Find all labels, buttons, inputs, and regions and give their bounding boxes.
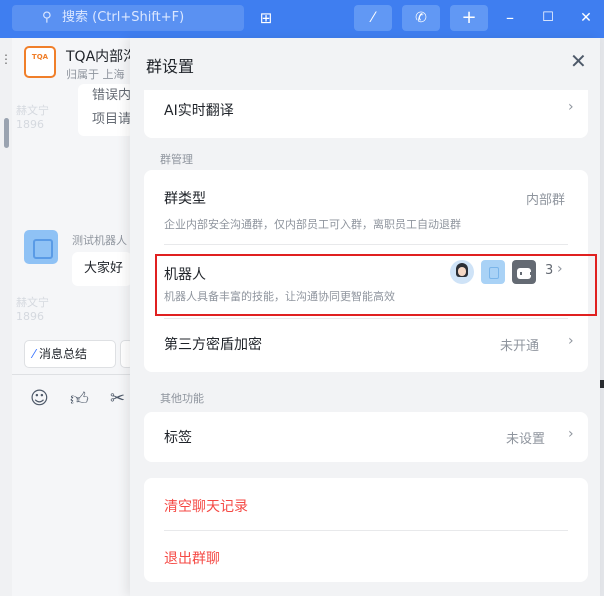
highlight-box [155,254,597,316]
grid-plus-icon[interactable]: ⊞ [256,5,276,31]
close-window-button[interactable]: ✕ [576,5,596,31]
magic-wand-icon[interactable]: ⁄ [354,5,392,31]
message-bubble: 错误内 项目请 [78,84,134,136]
scissors-icon[interactable]: ✂ [110,388,125,409]
bot-avatar[interactable] [24,230,58,264]
divider [164,530,568,531]
section-label-group-manage: 群管理 [160,153,193,166]
search-placeholder: 搜索 (Ctrl+Shift+F) [62,10,185,25]
divider [12,374,130,375]
search-icon: ⚲ [42,10,52,25]
scrollbar-thumb[interactable] [4,118,9,148]
plus-icon[interactable]: + [450,5,488,31]
panel-title: 群设置 [146,57,195,76]
third-party-label: 第三方密盾加密 [164,337,262,353]
watermark: 赫文宁 1896 [16,104,49,131]
right-edge [600,38,604,596]
divider [164,244,568,245]
close-icon[interactable]: ✕ [570,50,587,72]
third-party-value: 未开通 [500,339,540,354]
tag-row[interactable]: 标签 未设置 › [144,412,588,462]
section-label-other: 其他功能 [160,392,204,405]
group-type-desc: 企业内部安全沟通群，仅内部员工可入群，离职员工自动退群 [164,218,461,231]
clear-history-button[interactable]: 清空聊天记录 [164,496,248,516]
group-type-label: 群类型 [164,191,206,207]
tag-label: 标签 [164,430,192,446]
maximize-button[interactable]: ☐ [538,5,558,31]
edge-marker [600,380,604,388]
bot-sender-name: 测试机器人 [72,234,127,247]
group-name: TQA内部沟 [66,49,138,65]
thumbs-up-icon[interactable]: 👍︎ [70,388,89,410]
magic-wand-icon: ⁄ [33,347,36,361]
tag-value: 未设置 [506,432,546,447]
top-bar: ⚲ 搜索 (Ctrl+Shift+F) ⊞ ⁄ ✆ + – ☐ ✕ [0,0,604,38]
search-input[interactable]: ⚲ 搜索 (Ctrl+Shift+F) [12,5,244,31]
bubble-line-2: 项目请 [92,112,132,127]
menu-icon[interactable]: ⋮ [0,52,12,66]
ai-translate-label: AI实时翻译 [164,103,234,119]
bubble-line-1: 错误内 [92,88,132,103]
left-strip [0,38,12,596]
ai-translate-row[interactable]: AI实时翻译 › [144,90,588,138]
group-type-value: 内部群 [526,193,566,208]
chevron-right-icon: › [568,99,574,115]
divider [164,318,568,319]
chevron-right-icon: › [568,333,574,349]
watermark: 赫文宁 1896 [16,296,49,323]
chevron-right-icon: › [568,426,574,442]
emoji-icon[interactable]: ☺ [30,388,49,409]
message-bubble: 大家好 [72,252,132,286]
group-subtitle: 归属于 上海 [66,68,125,81]
phone-call-icon[interactable]: ✆ [402,5,440,31]
message-summary-button[interactable]: ⁄ 消息总结 [24,340,116,368]
panel-header: 群设置 ✕ [130,38,600,90]
group-logo: TQA [24,46,56,78]
minimize-button[interactable]: – [500,5,520,31]
danger-card: 清空聊天记录 退出群聊 [144,478,588,582]
leave-group-button[interactable]: 退出群聊 [164,548,220,568]
third-party-encrypt-row[interactable]: 第三方密盾加密 未开通 › [144,320,588,370]
group-settings-panel: 群设置 ✕ AI实时翻译 › 群管理 群类型 内部群 企业内部安全沟通群，仅内部… [130,38,600,596]
